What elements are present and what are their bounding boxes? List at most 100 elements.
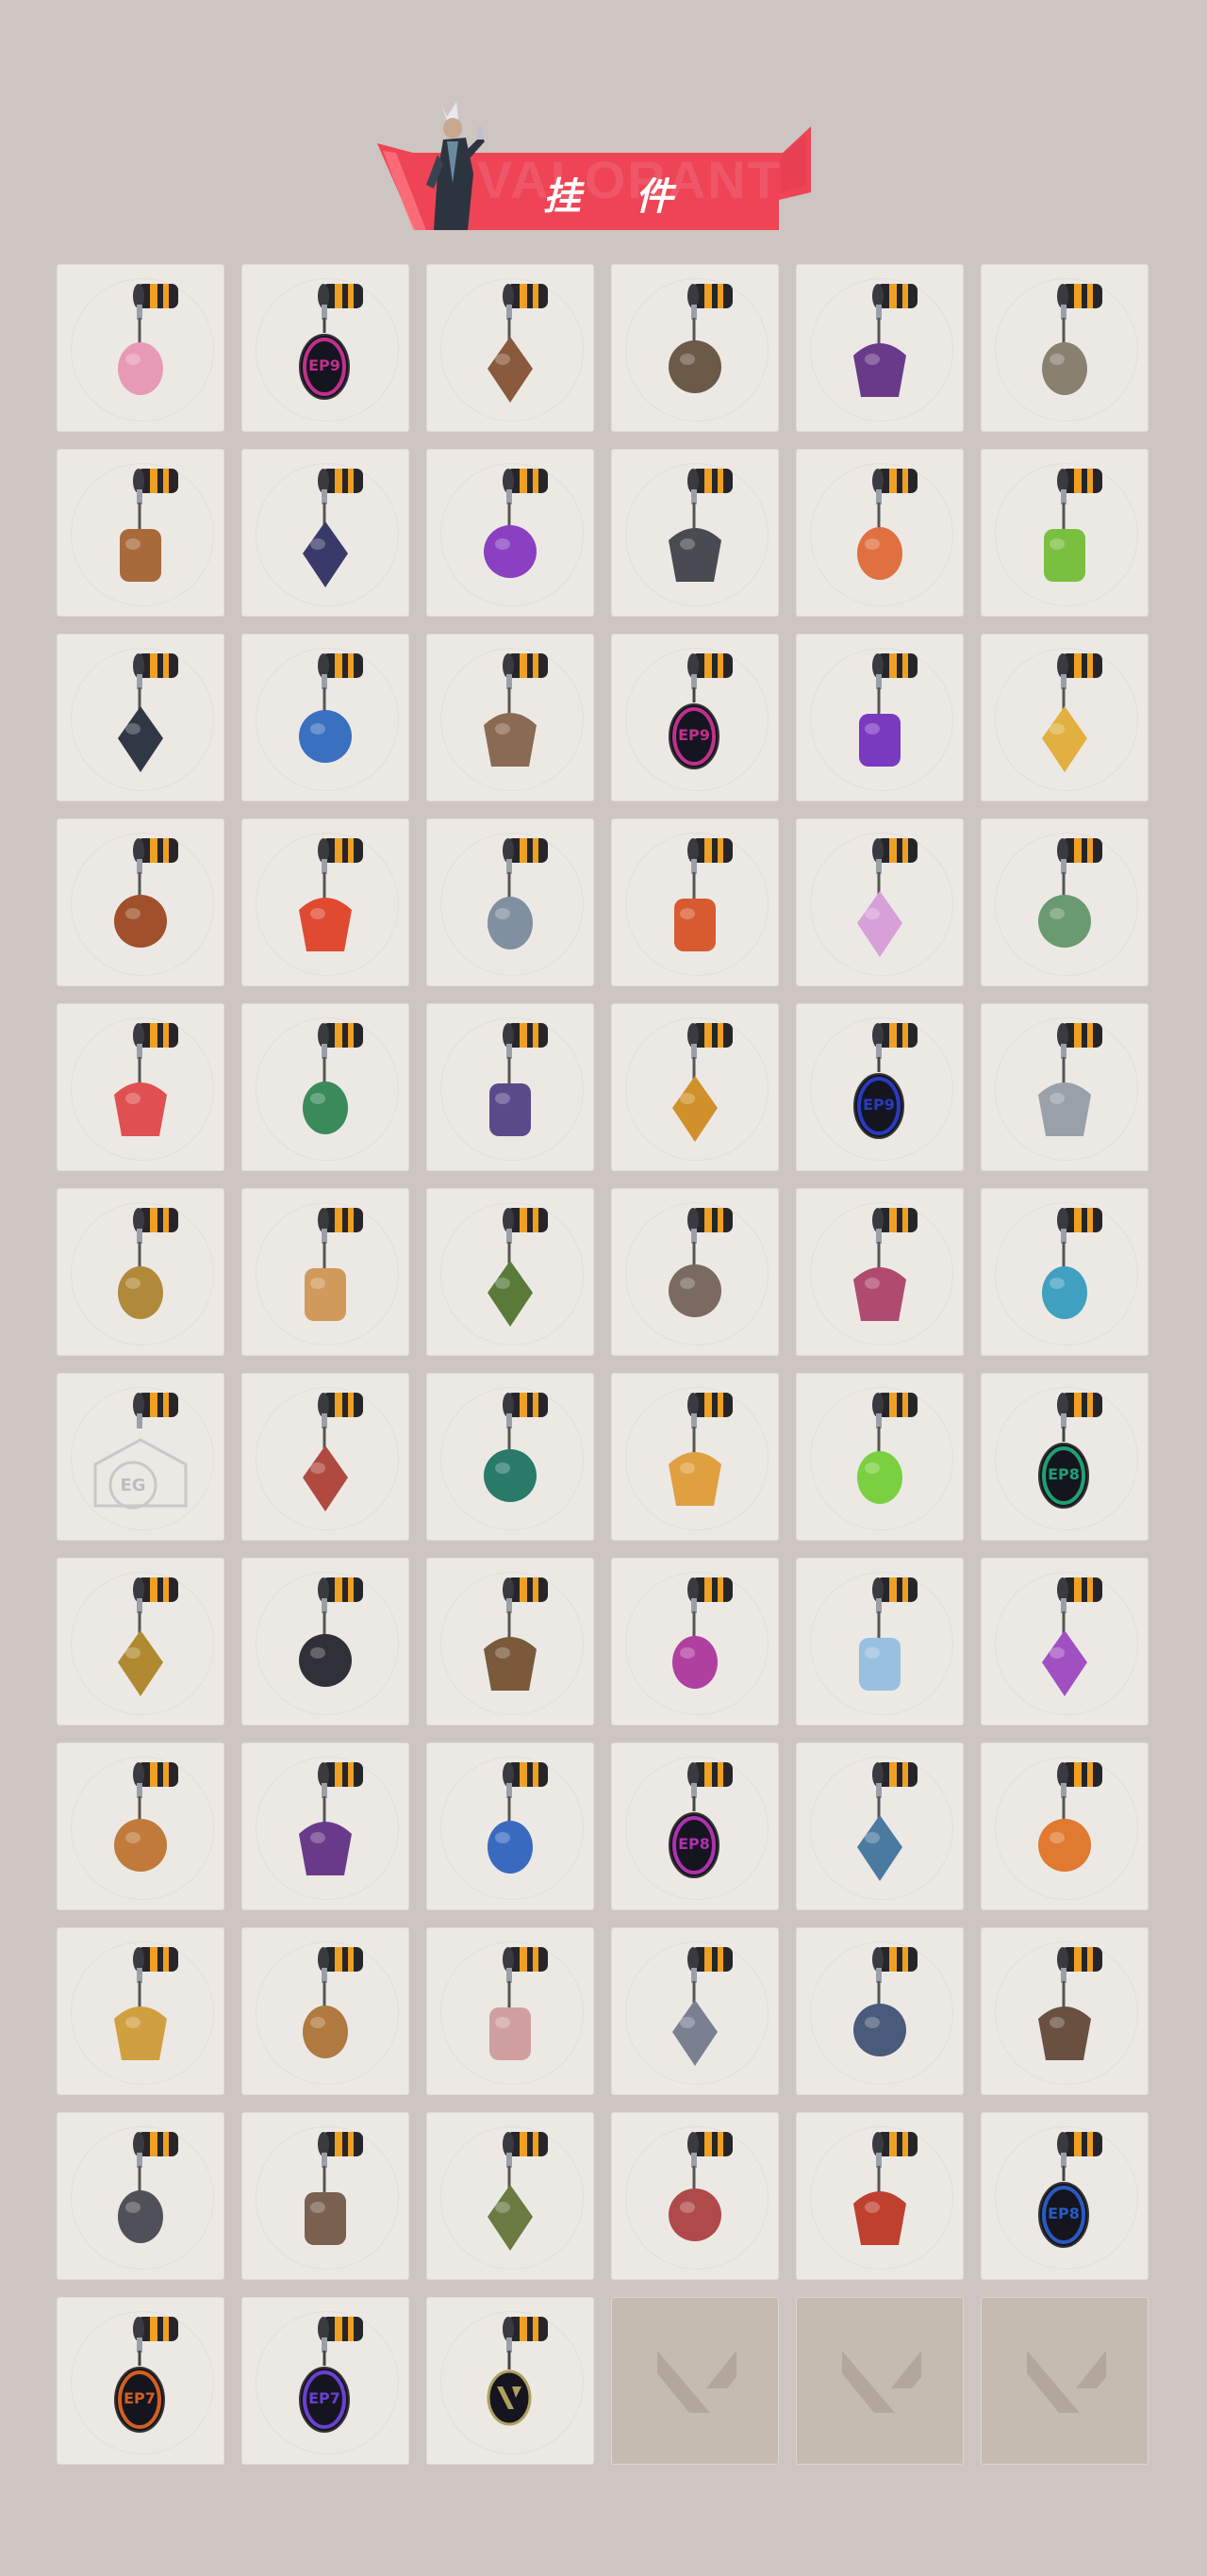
- charm-card[interactable]: [57, 264, 224, 432]
- charm-card[interactable]: EP7: [57, 2297, 224, 2465]
- charm-card[interactable]: [796, 1558, 964, 1726]
- charm-card[interactable]: [796, 1373, 964, 1541]
- tiger-charm-icon: [1038, 1762, 1102, 1872]
- anime-girl-charm-icon: [857, 838, 918, 957]
- crate-charm-icon: [120, 469, 178, 582]
- charm-card[interactable]: [426, 264, 594, 432]
- charm-card[interactable]: [241, 1003, 409, 1171]
- charm-card[interactable]: [981, 1558, 1149, 1726]
- charm-card[interactable]: [981, 1742, 1149, 1910]
- charm-card[interactable]: [426, 1003, 594, 1171]
- watermelon-charm-icon: [114, 1023, 178, 1136]
- charm-card[interactable]: [426, 818, 594, 986]
- charm-card[interactable]: EP8: [611, 1742, 779, 1910]
- charm-card[interactable]: [241, 1558, 409, 1726]
- crystal-charm-icon: [484, 469, 548, 578]
- raccoon-charm-icon: [669, 1208, 733, 1317]
- charm-card[interactable]: [611, 1373, 779, 1541]
- charm-card[interactable]: [611, 1003, 779, 1171]
- charm-card[interactable]: [57, 634, 224, 801]
- charm-card[interactable]: [57, 2112, 224, 2280]
- charm-grid: EP9 EP9 EP9 EG EP8 EP8 EP8 EP7 EP7: [57, 264, 1149, 2465]
- charm-card[interactable]: [981, 1003, 1149, 1171]
- charm-card[interactable]: [241, 634, 409, 801]
- charm-card[interactable]: [981, 264, 1149, 432]
- frog-charm-icon: [488, 1208, 548, 1327]
- charm-card[interactable]: [796, 634, 964, 801]
- charm-card[interactable]: [426, 2112, 594, 2280]
- charm-card[interactable]: [796, 2112, 964, 2280]
- ep9-charm-icon: EP9: [853, 1023, 918, 1139]
- ep7-charm-icon: EP7: [299, 2317, 363, 2433]
- agent-portrait-icon: [426, 102, 485, 230]
- charm-card[interactable]: [426, 634, 594, 801]
- candied-fruit-charm-icon: [299, 838, 363, 951]
- charm-card[interactable]: [426, 1558, 594, 1726]
- octopus-charm-icon: [303, 1393, 363, 1511]
- charm-card[interactable]: EP8: [981, 2112, 1149, 2280]
- manta-ray-charm-icon: [488, 1762, 548, 1874]
- charm-card[interactable]: [426, 1188, 594, 1356]
- charm-card[interactable]: [796, 1188, 964, 1356]
- charm-card[interactable]: [611, 818, 779, 986]
- charm-card[interactable]: [611, 1558, 779, 1726]
- charm-card[interactable]: [981, 1188, 1149, 1356]
- charm-card[interactable]: [57, 449, 224, 617]
- badge-text: EP8: [678, 1835, 710, 1853]
- charm-card[interactable]: [57, 1188, 224, 1356]
- charm-card[interactable]: [611, 449, 779, 617]
- charm-card[interactable]: [241, 1927, 409, 2095]
- charm-card[interactable]: EP9: [796, 1003, 964, 1171]
- charm-card[interactable]: [57, 818, 224, 986]
- charm-card[interactable]: [981, 449, 1149, 617]
- charm-card[interactable]: [796, 818, 964, 986]
- hot-air-balloon-charm-icon: [674, 838, 733, 951]
- charm-card[interactable]: [611, 1188, 779, 1356]
- charm-card[interactable]: [981, 818, 1149, 986]
- cupcake-charm-icon: [118, 284, 178, 395]
- ep9-charm-icon: EP9: [299, 284, 363, 400]
- charm-card[interactable]: [241, 1742, 409, 1910]
- charm-card[interactable]: [241, 1373, 409, 1541]
- charm-card[interactable]: [426, 1373, 594, 1541]
- charm-card[interactable]: [426, 1927, 594, 2095]
- diamond-gem-charm-icon: [484, 1393, 548, 1502]
- badge-text: EP7: [124, 2389, 156, 2407]
- charm-card[interactable]: [611, 2112, 779, 2280]
- charm-card[interactable]: [241, 2112, 409, 2280]
- tassel-bird-charm-icon: [303, 469, 363, 587]
- charm-card[interactable]: EG: [57, 1373, 224, 1541]
- charm-card[interactable]: [241, 449, 409, 617]
- charm-card[interactable]: [57, 1927, 224, 2095]
- empty-slot-icon: [657, 2351, 736, 2413]
- rifle-charm-icon: [853, 1947, 918, 2056]
- cat-plush-charm-icon: [672, 1947, 733, 2066]
- lava-lamp-charm-icon: [857, 469, 918, 580]
- charm-card[interactable]: [241, 818, 409, 986]
- beehive-charm-icon: [672, 1023, 733, 1142]
- charm-card[interactable]: [426, 449, 594, 617]
- charm-card[interactable]: [426, 1742, 594, 1910]
- charm-card[interactable]: EP8: [981, 1373, 1149, 1541]
- charm-card[interactable]: [241, 1188, 409, 1356]
- charm-card[interactable]: [796, 1927, 964, 2095]
- badge-text: EP9: [308, 356, 340, 374]
- ufo-charm-icon: [857, 1762, 918, 1881]
- charm-card[interactable]: EP7: [241, 2297, 409, 2465]
- charm-card[interactable]: [796, 1742, 964, 1910]
- charm-card[interactable]: [981, 1927, 1149, 2095]
- charm-card[interactable]: [796, 264, 964, 432]
- charm-card[interactable]: [426, 2297, 594, 2465]
- charm-card[interactable]: [796, 449, 964, 617]
- charm-card[interactable]: [57, 1003, 224, 1171]
- charm-card[interactable]: [611, 264, 779, 432]
- charm-card[interactable]: [57, 1742, 224, 1910]
- frying-pan-charm-icon: [118, 2132, 178, 2243]
- charm-card[interactable]: [981, 634, 1149, 801]
- gun-charm-icon: [669, 284, 733, 393]
- charm-card[interactable]: [57, 1558, 224, 1726]
- event-logo-charm-icon: EG: [93, 1393, 188, 1510]
- charm-card[interactable]: [611, 1927, 779, 2095]
- charm-card[interactable]: EP9: [241, 264, 409, 432]
- charm-card[interactable]: EP9: [611, 634, 779, 801]
